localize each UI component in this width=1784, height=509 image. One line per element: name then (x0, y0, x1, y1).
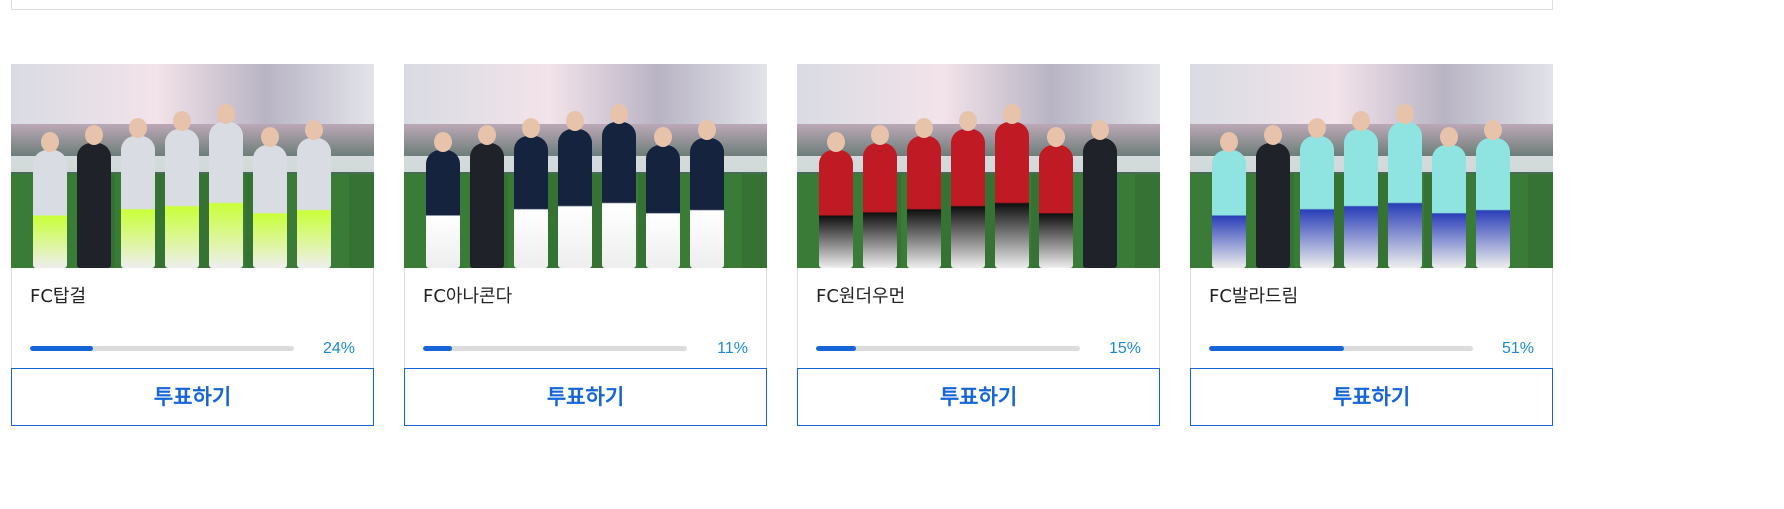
player-head (1220, 132, 1238, 152)
team-name: FC원더우먼 (816, 286, 906, 307)
player-head (871, 125, 889, 145)
player-figure (602, 122, 636, 268)
player-figure (819, 150, 853, 268)
team-info: FC원더우먼 15% (797, 268, 1160, 368)
vote-progress-fill (816, 346, 856, 351)
player-figure (1083, 138, 1117, 268)
player-head (654, 127, 672, 147)
vote-progress-bar (1209, 346, 1473, 351)
player-figure (426, 150, 460, 268)
vote-button[interactable]: 투표하기 (797, 368, 1160, 426)
player-head (1047, 127, 1065, 147)
team-card-1: FC탑걸 24% 투표하기 (11, 64, 374, 426)
vote-percent: 11% (717, 340, 748, 357)
photo-backdrop-banner (797, 64, 1160, 124)
player-head (1440, 127, 1458, 147)
player-head (217, 104, 235, 124)
vote-button[interactable]: 투표하기 (404, 368, 767, 426)
player-figure (165, 129, 199, 268)
vote-progress-bar (816, 346, 1080, 351)
player-head (522, 118, 540, 138)
player-figure (253, 145, 287, 268)
player-head (1308, 118, 1326, 138)
vote-button[interactable]: 투표하기 (11, 368, 374, 426)
top-container-bottom-edge (11, 0, 1553, 10)
vote-progress-bar (423, 346, 687, 351)
photo-backdrop-banner (1190, 64, 1553, 124)
player-head (698, 120, 716, 140)
player-head (1352, 111, 1370, 131)
player-figure (951, 129, 985, 268)
team-name: FC아나콘다 (423, 286, 513, 307)
player-head (305, 120, 323, 140)
vote-percent: 51% (1501, 340, 1534, 357)
player-figure (514, 136, 548, 268)
player-figure (1256, 143, 1290, 268)
player-head (827, 132, 845, 152)
player-figure (470, 143, 504, 268)
player-figure (1476, 138, 1510, 268)
player-figure (121, 136, 155, 268)
player-figure (209, 122, 243, 268)
vote-percent: 15% (1108, 340, 1141, 357)
player-figure (558, 129, 592, 268)
team-photo (797, 64, 1160, 268)
player-head (434, 132, 452, 152)
player-head (129, 118, 147, 138)
player-head (85, 125, 103, 145)
team-name: FC발라드림 (1209, 286, 1299, 307)
player-figure (690, 138, 724, 268)
player-figure (297, 138, 331, 268)
player-figure (1344, 129, 1378, 268)
player-figure (863, 143, 897, 268)
team-info: FC탑걸 24% (11, 268, 374, 368)
team-photo (11, 64, 374, 268)
team-photo (1190, 64, 1553, 268)
player-head (1264, 125, 1282, 145)
player-head (478, 125, 496, 145)
photo-backdrop-banner (11, 64, 374, 124)
vote-progress-fill (423, 346, 453, 351)
player-figure (1039, 145, 1073, 268)
player-head (1003, 104, 1021, 124)
player-head (261, 127, 279, 147)
vote-percent: 24% (322, 340, 355, 357)
team-info: FC발라드림 51% (1190, 268, 1553, 368)
player-figure (77, 143, 111, 268)
player-figure (33, 150, 67, 268)
team-card-3: FC원더우먼 15% 투표하기 (797, 64, 1160, 426)
player-head (566, 111, 584, 131)
player-figure (1388, 122, 1422, 268)
player-figure (1212, 150, 1246, 268)
player-head (41, 132, 59, 152)
player-figure (995, 122, 1029, 268)
player-head (915, 118, 933, 138)
vote-button[interactable]: 투표하기 (1190, 368, 1553, 426)
team-photo (404, 64, 767, 268)
team-card-4: FC발라드림 51% 투표하기 (1190, 64, 1553, 426)
vote-progress-fill (1209, 346, 1344, 351)
player-head (610, 104, 628, 124)
team-card-2: FC아나콘다 11% 투표하기 (404, 64, 767, 426)
photo-backdrop-banner (404, 64, 767, 124)
team-info: FC아나콘다 11% (404, 268, 767, 368)
player-head (1484, 120, 1502, 140)
vote-progress-bar (30, 346, 294, 351)
player-figure (1432, 145, 1466, 268)
team-name: FC탑걸 (30, 286, 87, 307)
player-head (959, 111, 977, 131)
player-head (173, 111, 191, 131)
player-figure (646, 145, 680, 268)
vote-progress-fill (30, 346, 94, 351)
player-figure (1300, 136, 1334, 268)
player-figure (907, 136, 941, 268)
player-head (1091, 120, 1109, 140)
player-head (1396, 104, 1414, 124)
